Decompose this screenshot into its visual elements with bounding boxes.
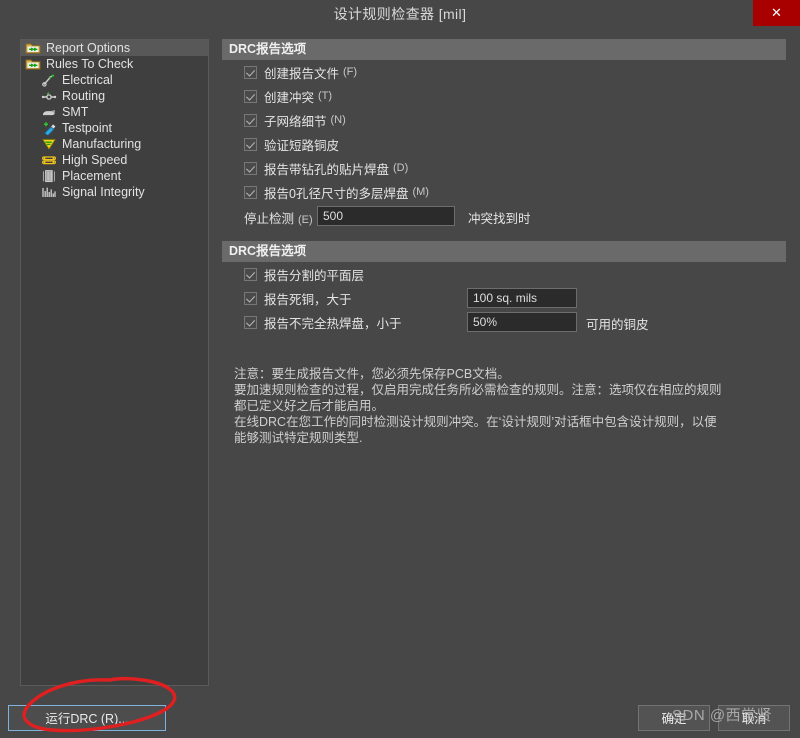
checkbox-icon[interactable] [244, 89, 257, 103]
option-row[interactable]: 报告分割的平面层 [222, 262, 786, 286]
sidebar-item-routing[interactable]: Routing [21, 88, 208, 104]
close-icon[interactable]: ✕ [753, 0, 800, 26]
sidebar-item-label: Placement [62, 169, 122, 183]
checkbox-icon[interactable] [244, 267, 257, 281]
ok-button[interactable]: 确定 [638, 705, 710, 731]
title-bar: 设计规则检查器 [mil] ✕ [0, 0, 800, 28]
option-value-input[interactable] [467, 312, 577, 332]
run-drc-button[interactable]: 运行DRC (R)... [8, 705, 166, 731]
signal-integrity-icon [41, 185, 57, 199]
option-label: 报告死铜，大于 [264, 292, 352, 307]
option-row[interactable]: 创建冲突 (T) [222, 84, 786, 108]
option-row[interactable]: 验证短路铜皮 [222, 132, 786, 156]
option-row[interactable]: 报告死铜，大于 [222, 286, 786, 310]
options-content-pane: DRC报告选项 创建报告文件 (F) 创建冲突 (T) 子网络细节 (N) 验证短路铜皮 报告… [222, 39, 786, 684]
option-row[interactable]: 报告不完全热焊盘，小于 可用的铜皮 [222, 310, 786, 334]
checkbox-icon[interactable] [244, 137, 257, 151]
sidebar-item-label: Rules To Check [46, 57, 134, 71]
drc-report-options-list-2: 报告分割的平面层报告死铜，大于报告不完全热焊盘，小于 可用的铜皮 [222, 262, 786, 334]
sidebar-item-label: Routing [62, 89, 106, 103]
checkbox-icon[interactable] [244, 291, 257, 305]
stop-check-label: 停止检测 (E) [244, 212, 313, 226]
checkbox-icon[interactable] [244, 185, 257, 199]
option-row[interactable]: 创建报告文件 (F) [222, 60, 786, 84]
note-text: 注意：要生成报告文件，您必须先保存PCB文档。 要加速规则检查的过程，仅启用完成… [234, 367, 722, 445]
electrical-icon [41, 73, 57, 87]
option-value-input[interactable] [467, 288, 577, 308]
sidebar-item-label: Testpoint [62, 121, 113, 135]
sidebar-item-signal-integrity[interactable]: Signal Integrity [21, 184, 208, 200]
manufacturing-icon [41, 137, 57, 151]
folder-arrows-icon [25, 57, 41, 71]
option-accelerator: (M) [412, 186, 429, 198]
sidebar-item-label: Manufacturing [62, 137, 142, 151]
group-header-drc-report-options-2: DRC报告选项 [222, 241, 786, 262]
checkbox-icon[interactable] [244, 161, 257, 175]
high-speed-icon [41, 153, 57, 167]
option-tail-label: 可用的铜皮 [586, 318, 649, 332]
sidebar-item-smt[interactable]: SMT [21, 104, 208, 120]
sidebar-item-rules-to-check[interactable]: Rules To Check [21, 56, 208, 72]
window-title: 设计规则检查器 [mil] [333, 6, 467, 22]
sidebar-item-high-speed[interactable]: High Speed [21, 152, 208, 168]
option-row[interactable]: 子网络细节 (N) [222, 108, 786, 132]
sidebar-item-label: High Speed [62, 153, 128, 167]
drc-report-options-list: 创建报告文件 (F) 创建冲突 (T) 子网络细节 (N) 验证短路铜皮 报告带钻孔的贴片焊盘… [222, 60, 786, 204]
sidebar-item-label: Signal Integrity [62, 185, 145, 199]
option-label: 报告不完全热焊盘，小于 [264, 316, 402, 331]
option-row[interactable]: 报告带钻孔的贴片焊盘 (D) [222, 156, 786, 180]
option-accelerator: (D) [393, 162, 409, 174]
stop-check-tail-label: 冲突找到时 [468, 212, 531, 226]
window-body: Report Options Rules To Check Electrical [0, 28, 800, 738]
checkbox-icon[interactable] [244, 65, 257, 79]
option-accelerator: (N) [330, 114, 346, 126]
routing-icon [41, 89, 57, 103]
smt-icon [41, 105, 57, 119]
option-label: 创建冲突 [264, 90, 315, 105]
sidebar-item-label: Report Options [46, 41, 131, 55]
drc-dialog-window: 设计规则检查器 [mil] ✕ Report Options Rules To … [0, 0, 800, 738]
option-label: 创建报告文件 [264, 66, 340, 81]
checkbox-icon[interactable] [244, 315, 257, 329]
sidebar-item-placement[interactable]: Placement [21, 168, 208, 184]
cancel-button[interactable]: 取消 [718, 705, 790, 731]
sidebar-item-label: Electrical [62, 73, 113, 87]
stop-check-count-input[interactable] [317, 206, 455, 226]
sidebar-item-manufacturing[interactable]: Manufacturing [21, 136, 208, 152]
sidebar-item-testpoint[interactable]: Testpoint [21, 120, 208, 136]
option-label: 验证短路铜皮 [264, 138, 340, 153]
sidebar-item-report-options[interactable]: Report Options [21, 40, 208, 56]
option-label: 报告带钻孔的贴片焊盘 [264, 162, 390, 177]
option-label: 报告分割的平面层 [264, 268, 365, 283]
checkbox-icon[interactable] [244, 113, 257, 127]
testpoint-icon [41, 121, 57, 135]
option-accelerator: (T) [318, 90, 333, 102]
footer-bar: 运行DRC (R)... 确定 取消 [0, 693, 800, 738]
stop-check-row: 停止检测(E) 冲突找到时 [222, 204, 786, 230]
option-accelerator: (F) [343, 66, 358, 78]
option-label: 报告0孔径尺寸的多层焊盘 [264, 186, 409, 201]
group-header-drc-report-options-1: DRC报告选项 [222, 39, 786, 60]
option-label: 子网络细节 [264, 114, 327, 129]
sidebar-item-label: SMT [62, 105, 89, 119]
option-row[interactable]: 报告0孔径尺寸的多层焊盘 (M) [222, 180, 786, 204]
sidebar-item-electrical[interactable]: Electrical [21, 72, 208, 88]
rules-tree-panel[interactable]: Report Options Rules To Check Electrical [20, 39, 209, 686]
placement-icon [41, 169, 57, 183]
folder-arrows-icon [25, 41, 41, 55]
